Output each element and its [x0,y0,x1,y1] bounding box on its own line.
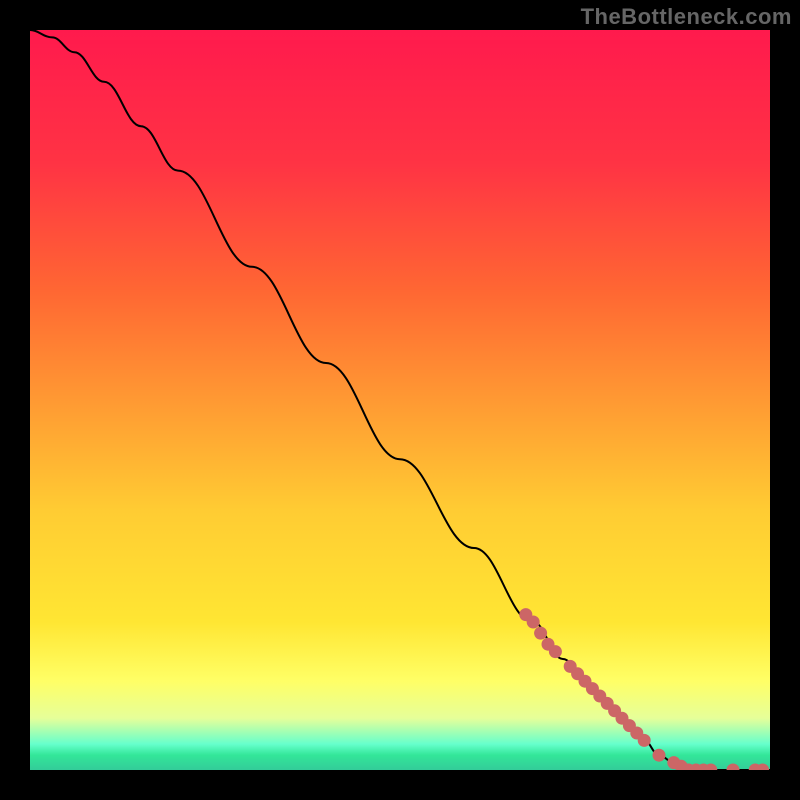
chart-frame: TheBottleneck.com [0,0,800,800]
watermark-text: TheBottleneck.com [581,4,792,30]
data-dot [527,616,540,629]
data-dot [534,627,547,640]
chart-svg [30,30,770,770]
data-dot [549,645,562,658]
data-dot [653,749,666,762]
gradient-rect [30,30,770,770]
data-dot [638,734,651,747]
plot-area [30,30,770,770]
